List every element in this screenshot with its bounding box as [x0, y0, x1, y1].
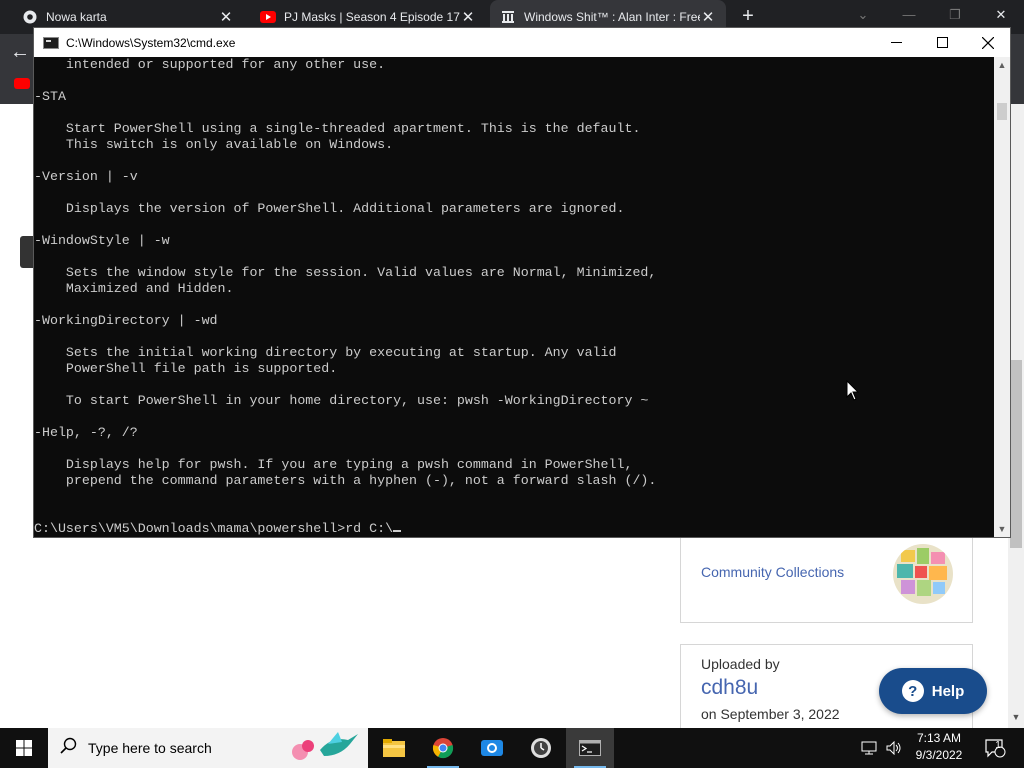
tab-label: PJ Masks | Season 4 Episode 17B [284, 10, 460, 24]
console-line: -WindowStyle | -w [34, 233, 170, 248]
back-arrow-icon[interactable]: ← [10, 42, 34, 62]
taskbar: Type here to search 7:13 AM 9/3/2022 1 [0, 728, 1024, 768]
folder-icon [383, 739, 405, 757]
clock-time: 7:13 AM [916, 731, 962, 745]
archive-building-icon [500, 9, 516, 25]
file-explorer-button[interactable] [370, 728, 418, 768]
windows-logo-icon [16, 740, 32, 756]
youtube-icon [260, 9, 276, 25]
console-line: -Help, -?, /? [34, 425, 138, 440]
browser-minimize-icon[interactable]: — [886, 0, 932, 30]
browser-close-icon[interactable]: ✕ [978, 0, 1024, 30]
terminal-icon [579, 740, 601, 756]
page-scrollbar-thumb[interactable] [1010, 360, 1022, 548]
search-highlight-hummingbird-icon [288, 730, 364, 768]
tab-label: Windows Shit™ : Alan Inter : Free [524, 10, 700, 24]
help-label: Help [931, 682, 965, 700]
camera-app-button[interactable] [468, 728, 516, 768]
action-center-button[interactable]: 1 [980, 728, 1010, 768]
cmd-taskbar-button[interactable] [566, 728, 614, 768]
help-button[interactable]: ? Help [879, 668, 987, 714]
chrome-icon [22, 9, 38, 25]
search-placeholder: Type here to search [88, 740, 212, 756]
new-tab-button[interactable]: + [737, 5, 759, 27]
console-line: intended or supported for any other use. [34, 57, 386, 72]
screen: Nowa karta ✕ PJ Masks | Season 4 Episode… [0, 0, 1024, 768]
console-line: -Version | -v [34, 169, 138, 184]
system-clock[interactable]: 7:13 AM 9/3/2022 [911, 730, 967, 764]
close-icon [982, 36, 994, 49]
tab-search-chevron-icon[interactable]: ⌄ [840, 0, 886, 30]
question-icon: ? [901, 680, 924, 702]
clock-app-button[interactable] [517, 728, 565, 768]
mouse-pointer-icon [846, 380, 860, 401]
console-line: PowerShell file path is supported. [34, 361, 338, 376]
minimize-icon [890, 42, 902, 43]
uploader-link[interactable]: cdh8u [701, 676, 758, 700]
volume-icon[interactable] [886, 728, 902, 768]
console-line: -WorkingDirectory | -wd [34, 313, 218, 328]
console-prompt-line[interactable]: C:\Users\VM5\Downloads\mama\powershell>r… [34, 521, 994, 537]
console-line: prepend the command parameters with a hy… [34, 473, 657, 488]
cmd-scrollbar-thumb[interactable] [997, 103, 1007, 120]
console-output[interactable]: intended or supported for any other use.… [34, 57, 994, 537]
tab-label: Nowa karta [46, 10, 107, 24]
cmd-window[interactable]: C:\Windows\System32\cmd.exe intended or … [33, 27, 1011, 538]
maximize-button[interactable] [919, 28, 965, 57]
scroll-down-icon[interactable]: ▼ [994, 521, 1010, 537]
camera-icon [481, 740, 503, 756]
network-icon[interactable] [860, 728, 878, 768]
upload-date: on September 3, 2022 [701, 706, 840, 722]
console-line: Maximized and Hidden. [34, 281, 234, 296]
minimize-button[interactable] [873, 28, 919, 57]
console-line: -STA [34, 89, 66, 104]
chrome-icon [432, 738, 454, 759]
youtube-bookmark-icon[interactable] [14, 78, 30, 89]
search-icon [60, 737, 80, 760]
cmd-window-title: C:\Windows\System32\cmd.exe [66, 35, 236, 50]
scroll-up-icon[interactable]: ▲ [994, 57, 1010, 73]
page-scroll-down-icon[interactable]: ▼ [1008, 712, 1024, 726]
notification-count: 1 [995, 740, 1001, 751]
collection-thumbnail[interactable] [893, 544, 953, 604]
side-panel-tab[interactable] [20, 236, 34, 268]
console-line: Start PowerShell using a single-threaded… [34, 121, 641, 136]
console-line: To start PowerShell in your home directo… [34, 393, 649, 408]
browser-restore-icon[interactable]: ❐ [932, 0, 978, 30]
chrome-taskbar-button[interactable] [419, 728, 467, 768]
tab-close-icon[interactable]: ✕ [700, 8, 716, 26]
alarm-clock-icon [531, 738, 551, 758]
tab-close-icon[interactable]: ✕ [218, 8, 234, 26]
cmd-title-bar[interactable]: C:\Windows\System32\cmd.exe [34, 28, 1010, 57]
start-button[interactable] [0, 728, 48, 768]
console-line: Displays help for pwsh. If you are typin… [34, 457, 633, 472]
close-button[interactable] [965, 28, 1011, 57]
community-collections-link[interactable]: Community Collections [701, 564, 844, 580]
console-text: intended or supported for any other use.… [34, 57, 994, 521]
console-line: Sets the initial working directory by ex… [34, 345, 617, 360]
tab-close-icon[interactable]: ✕ [460, 8, 476, 26]
text-cursor [393, 530, 402, 532]
command-prompt: C:\Users\VM5\Downloads\mama\powershell>r… [34, 521, 394, 536]
maximize-icon [936, 37, 948, 48]
console-line: Sets the window style for the session. V… [34, 265, 657, 280]
console-line: Displays the version of PowerShell. Addi… [34, 201, 625, 216]
uploaded-by-label: Uploaded by [701, 656, 780, 672]
cmd-app-icon[interactable] [43, 36, 59, 49]
cmd-scrollbar[interactable]: ▲ ▼ [994, 57, 1010, 537]
console-line: This switch is only available on Windows… [34, 137, 394, 152]
clock-date: 9/3/2022 [915, 748, 963, 762]
taskbar-search-box[interactable]: Type here to search [48, 728, 368, 768]
